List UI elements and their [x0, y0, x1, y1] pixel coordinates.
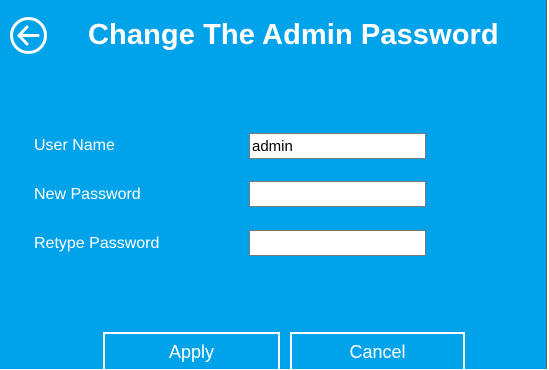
- back-button[interactable]: [9, 16, 48, 55]
- retype-password-field[interactable]: [249, 230, 426, 256]
- page-title: Change The Admin Password: [88, 19, 499, 51]
- back-arrow-circle-icon: [10, 17, 47, 54]
- new-password-label: New Password: [34, 186, 141, 203]
- new-password-field[interactable]: [249, 181, 426, 207]
- cancel-button[interactable]: Cancel: [290, 332, 465, 369]
- username-label: User Name: [34, 137, 115, 154]
- retype-password-label: Retype Password: [34, 235, 160, 252]
- username-field[interactable]: [249, 133, 426, 159]
- admin-password-panel: Change The Admin Password User Name New …: [0, 0, 547, 369]
- apply-button[interactable]: Apply: [103, 332, 280, 369]
